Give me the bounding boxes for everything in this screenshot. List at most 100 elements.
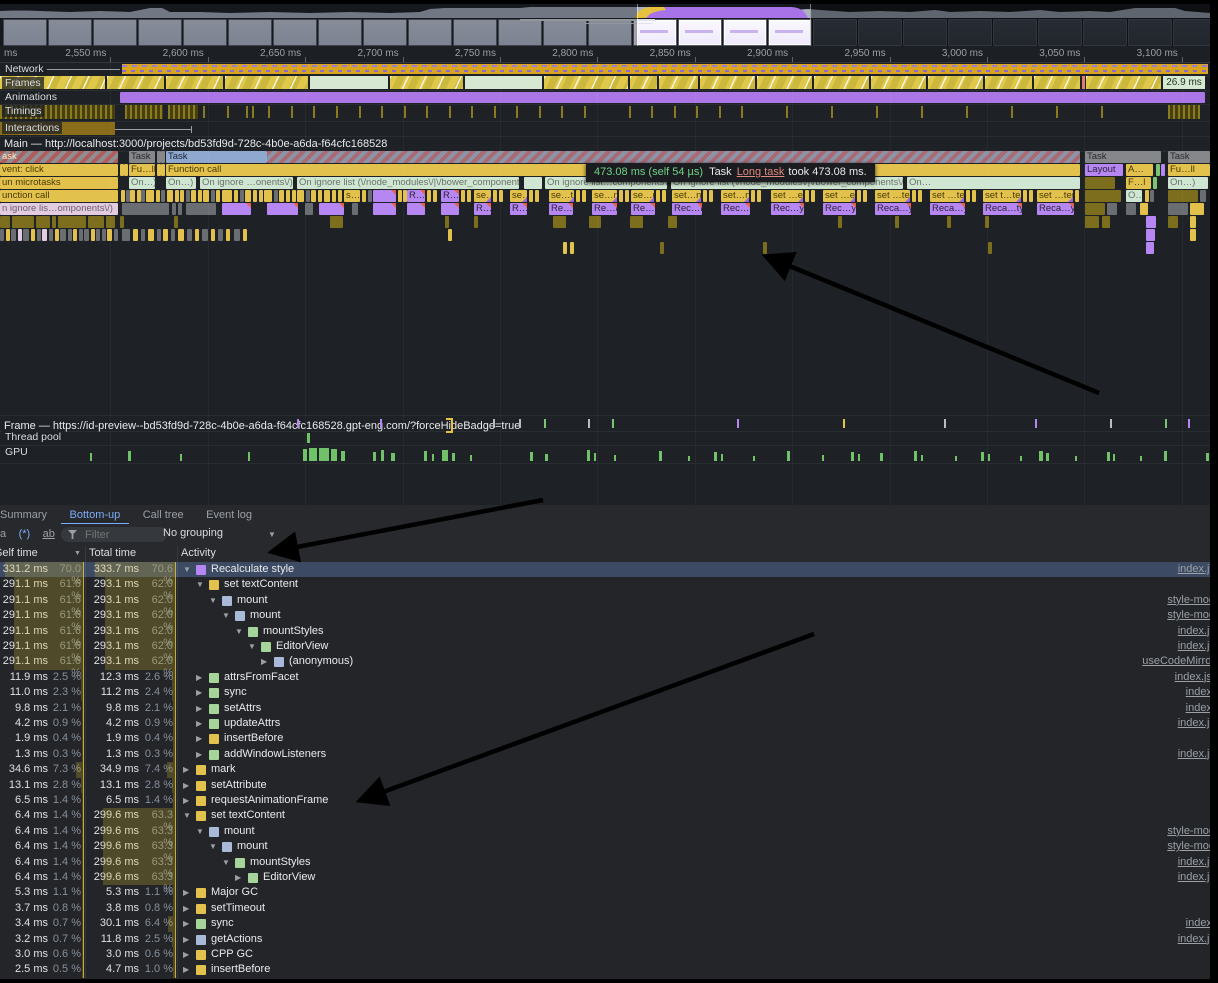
network-request-bar[interactable] <box>122 64 1208 74</box>
flame-bar-fragment[interactable] <box>157 229 161 241</box>
gpu-activity-bar[interactable] <box>90 453 92 461</box>
flame-bar-fragment[interactable] <box>198 190 202 202</box>
gpu-activity-bar[interactable] <box>424 451 427 461</box>
flame-bar-fragment[interactable] <box>563 242 567 254</box>
frame-block[interactable] <box>757 76 812 89</box>
flame-bar-fragment[interactable] <box>912 190 916 202</box>
flame-bar-fragment[interactable] <box>570 242 574 254</box>
flame-bar-fragment[interactable] <box>1153 177 1157 189</box>
table-row[interactable]: 3.2 ms0.7 %11.8 ms2.5 %▶getActionsindex.… <box>0 932 1210 947</box>
frame-block[interactable] <box>700 76 755 89</box>
track-interactions[interactable]: Interactions <box>0 121 1210 137</box>
timing-marker[interactable] <box>741 106 743 118</box>
sort-descending-icon[interactable]: ▼ <box>74 550 81 557</box>
tree-collapsed-icon[interactable]: ▶ <box>196 673 202 682</box>
flame-bar-fragment[interactable] <box>589 216 601 228</box>
table-row[interactable]: 291.1 ms61.6 %293.1 ms62.0 %▼set textCon… <box>0 577 1210 592</box>
gpu-activity-bar[interactable] <box>1140 456 1142 461</box>
flame-bar-fragment[interactable] <box>1075 190 1079 202</box>
flame-bar-fragment[interactable] <box>286 190 290 202</box>
flame-bar-fragment[interactable] <box>226 229 230 241</box>
flame-bar[interactable]: Rec…le <box>721 203 750 215</box>
flame-bar-fragment[interactable] <box>141 229 145 241</box>
flame-bar-fragment[interactable] <box>362 190 366 202</box>
timing-marker[interactable] <box>516 106 518 118</box>
tree-expanded-icon[interactable]: ▼ <box>183 565 191 574</box>
frame-block[interactable] <box>1034 76 1080 89</box>
flame-bar-fragment[interactable] <box>178 203 182 215</box>
gpu-activity-bar[interactable] <box>1046 453 1049 461</box>
tree-expanded-icon[interactable]: ▼ <box>222 858 230 867</box>
flame-bar-fragment[interactable] <box>297 190 304 202</box>
flame-bar-fragment[interactable] <box>319 203 344 215</box>
tree-expanded-icon[interactable]: ▼ <box>222 611 230 620</box>
table-row[interactable]: 6.4 ms1.4 %299.6 ms63.3 %▼mountstyle-mod <box>0 839 1210 854</box>
flame-bar[interactable]: set …ent <box>771 190 803 202</box>
tab-summary[interactable]: Summary <box>0 506 56 525</box>
flame-bar-fragment[interactable] <box>234 229 240 241</box>
track-network-label[interactable]: Network <box>2 63 47 75</box>
flame-bar-fragment[interactable] <box>253 190 257 202</box>
flame-bar-fragment[interactable] <box>36 216 50 228</box>
flame-bar-fragment[interactable] <box>122 203 169 215</box>
flame-bar-fragment[interactable] <box>1146 242 1154 254</box>
frame-event-tick[interactable] <box>1035 419 1037 428</box>
tree-collapsed-icon[interactable]: ▶ <box>183 950 189 959</box>
flame-bar-fragment[interactable] <box>146 190 154 202</box>
flame-bar-fragment[interactable] <box>211 190 215 202</box>
flame-bar-fragment[interactable] <box>124 164 128 176</box>
timing-marker[interactable] <box>1056 106 1058 118</box>
flame-bar-fragment[interactable] <box>1200 190 1206 202</box>
frame-block[interactable] <box>390 76 463 89</box>
track-timings-label[interactable]: Timings <box>2 105 44 117</box>
frame-block[interactable] <box>225 76 308 89</box>
flame-bar-fragment[interactable] <box>811 190 815 202</box>
flame-bar-fragment[interactable] <box>171 229 175 241</box>
tree-collapsed-icon[interactable]: ▶ <box>235 873 241 882</box>
timing-marker[interactable] <box>1011 106 1013 118</box>
timing-marker[interactable] <box>786 106 788 118</box>
tree-expanded-icon[interactable]: ▼ <box>235 627 243 636</box>
flame-bar-fragment[interactable] <box>114 229 118 241</box>
flame-bar-fragment[interactable] <box>133 229 138 241</box>
flame-bar[interactable]: set…nt <box>672 190 701 202</box>
flame-bar-fragment[interactable] <box>1023 190 1027 202</box>
timing-marker[interactable] <box>539 106 541 118</box>
flame-bar-fragment[interactable] <box>427 190 431 202</box>
table-row[interactable]: 4.2 ms0.9 %4.2 ms0.9 %▶updateAttrsindex.… <box>0 716 1210 731</box>
flame-bar-fragment[interactable] <box>461 190 465 202</box>
flame-bar-fragment[interactable] <box>1107 203 1117 215</box>
table-row[interactable]: 6.4 ms1.4 %299.6 ms63.3 %▼set textConten… <box>0 808 1210 823</box>
flame-bar-fragment[interactable] <box>11 229 16 241</box>
gpu-activity-bar[interactable] <box>858 454 860 461</box>
flame-bar[interactable]: Re…le <box>631 203 655 215</box>
flame-bar-fragment[interactable] <box>709 190 713 202</box>
table-row[interactable]: 34.6 ms7.3 %34.9 ms7.4 %▶mark <box>0 762 1210 777</box>
flame-bar-fragment[interactable] <box>947 216 951 228</box>
flame-bar-fragment[interactable] <box>55 229 59 241</box>
tooltip-long-task-link[interactable]: Long task <box>737 166 785 178</box>
flame-bar-fragment[interactable] <box>1145 190 1149 202</box>
timing-marker[interactable] <box>921 106 923 118</box>
gpu-activity-bar[interactable] <box>614 455 616 461</box>
flame-bar-fragment[interactable] <box>240 190 244 202</box>
source-link[interactable]: index.js <box>1178 856 1210 868</box>
flame-bar[interactable]: set t…tent <box>983 190 1021 202</box>
frame-event-tick[interactable] <box>1110 419 1112 428</box>
flame-bar[interactable]: se…t <box>549 190 574 202</box>
tree-collapsed-icon[interactable]: ▶ <box>196 719 202 728</box>
gpu-activity-bar[interactable] <box>587 450 590 461</box>
flame-bar-fragment[interactable] <box>306 190 310 202</box>
flame-bar-fragment[interactable] <box>529 190 533 202</box>
table-row[interactable]: 6.4 ms1.4 %299.6 ms63.3 %▼mountstyle-mod <box>0 824 1210 839</box>
flame-bar[interactable]: set …tent <box>930 190 964 202</box>
gpu-activity-bar[interactable] <box>303 449 307 461</box>
flame-bar-fragment[interactable] <box>88 216 104 228</box>
frame-event-tick[interactable] <box>519 419 521 428</box>
gpu-activity-bar[interactable] <box>914 451 917 461</box>
flame-bar-fragment[interactable] <box>311 190 316 202</box>
tree-collapsed-icon[interactable]: ▶ <box>183 765 189 774</box>
flame-bar-fragment[interactable] <box>1146 216 1156 228</box>
frame-event-tick[interactable] <box>297 419 299 428</box>
flame-bar-fragment[interactable] <box>274 190 278 202</box>
